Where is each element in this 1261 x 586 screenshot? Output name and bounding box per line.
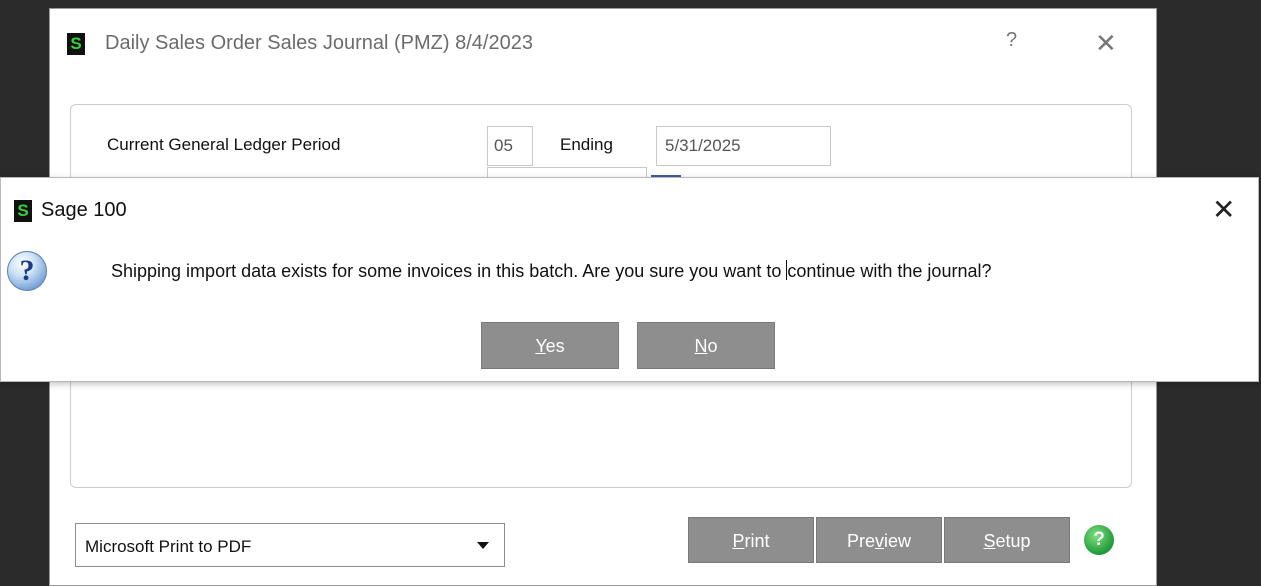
confirm-dialog: S Sage 100 ✕ ? Shipping import data exis…: [0, 177, 1259, 382]
setup-label: etup: [995, 531, 1031, 551]
print-button[interactable]: Print: [688, 517, 814, 563]
no-mnemonic: N: [694, 336, 708, 356]
message-part-1: Shipping import data exists for some inv…: [111, 261, 787, 281]
ending-date-field[interactable]: 5/31/2025: [656, 126, 831, 166]
message-part-2: continue with the journal?: [787, 261, 992, 281]
gl-period-field[interactable]: 05: [487, 126, 533, 166]
printer-select-value: Microsoft Print to PDF: [85, 537, 252, 556]
preview-label-a: Pre: [846, 531, 875, 551]
setup-mnemonic: S: [983, 531, 996, 551]
dialog-title: Sage 100: [41, 199, 127, 221]
no-label: o: [707, 336, 718, 356]
preview-button[interactable]: Preview: [816, 517, 942, 563]
preview-mnemonic: v: [875, 531, 884, 551]
printer-select[interactable]: Microsoft Print to PDF: [75, 523, 505, 567]
help-icon[interactable]: ?: [1084, 525, 1114, 555]
preview-label-b: iew: [884, 531, 912, 551]
dialog-message: Shipping import data exists for some inv…: [111, 260, 991, 282]
chevron-down-icon: [477, 542, 489, 549]
no-button[interactable]: No: [637, 322, 775, 369]
gl-period-label: Current General Ledger Period: [107, 135, 341, 154]
yes-mnemonic: Y: [535, 336, 546, 356]
print-label: rint: [744, 531, 770, 551]
ending-label: Ending: [560, 135, 613, 154]
question-icon: ?: [7, 251, 47, 291]
window-close-button[interactable]: ✕: [1095, 30, 1117, 56]
window-help-button[interactable]: ?: [1006, 29, 1017, 52]
sage-logo-icon: S: [67, 33, 85, 55]
yes-button[interactable]: Yes: [481, 322, 619, 369]
window-title: Daily Sales Order Sales Journal (PMZ) 8/…: [105, 32, 533, 54]
yes-label: es: [545, 336, 565, 356]
print-mnemonic: P: [732, 531, 745, 551]
setup-button[interactable]: Setup: [944, 517, 1070, 563]
dialog-close-button[interactable]: ✕: [1212, 196, 1235, 224]
sage-logo-icon: S: [14, 200, 32, 222]
title-bar: S Daily Sales Order Sales Journal (PMZ) …: [50, 9, 1156, 77]
